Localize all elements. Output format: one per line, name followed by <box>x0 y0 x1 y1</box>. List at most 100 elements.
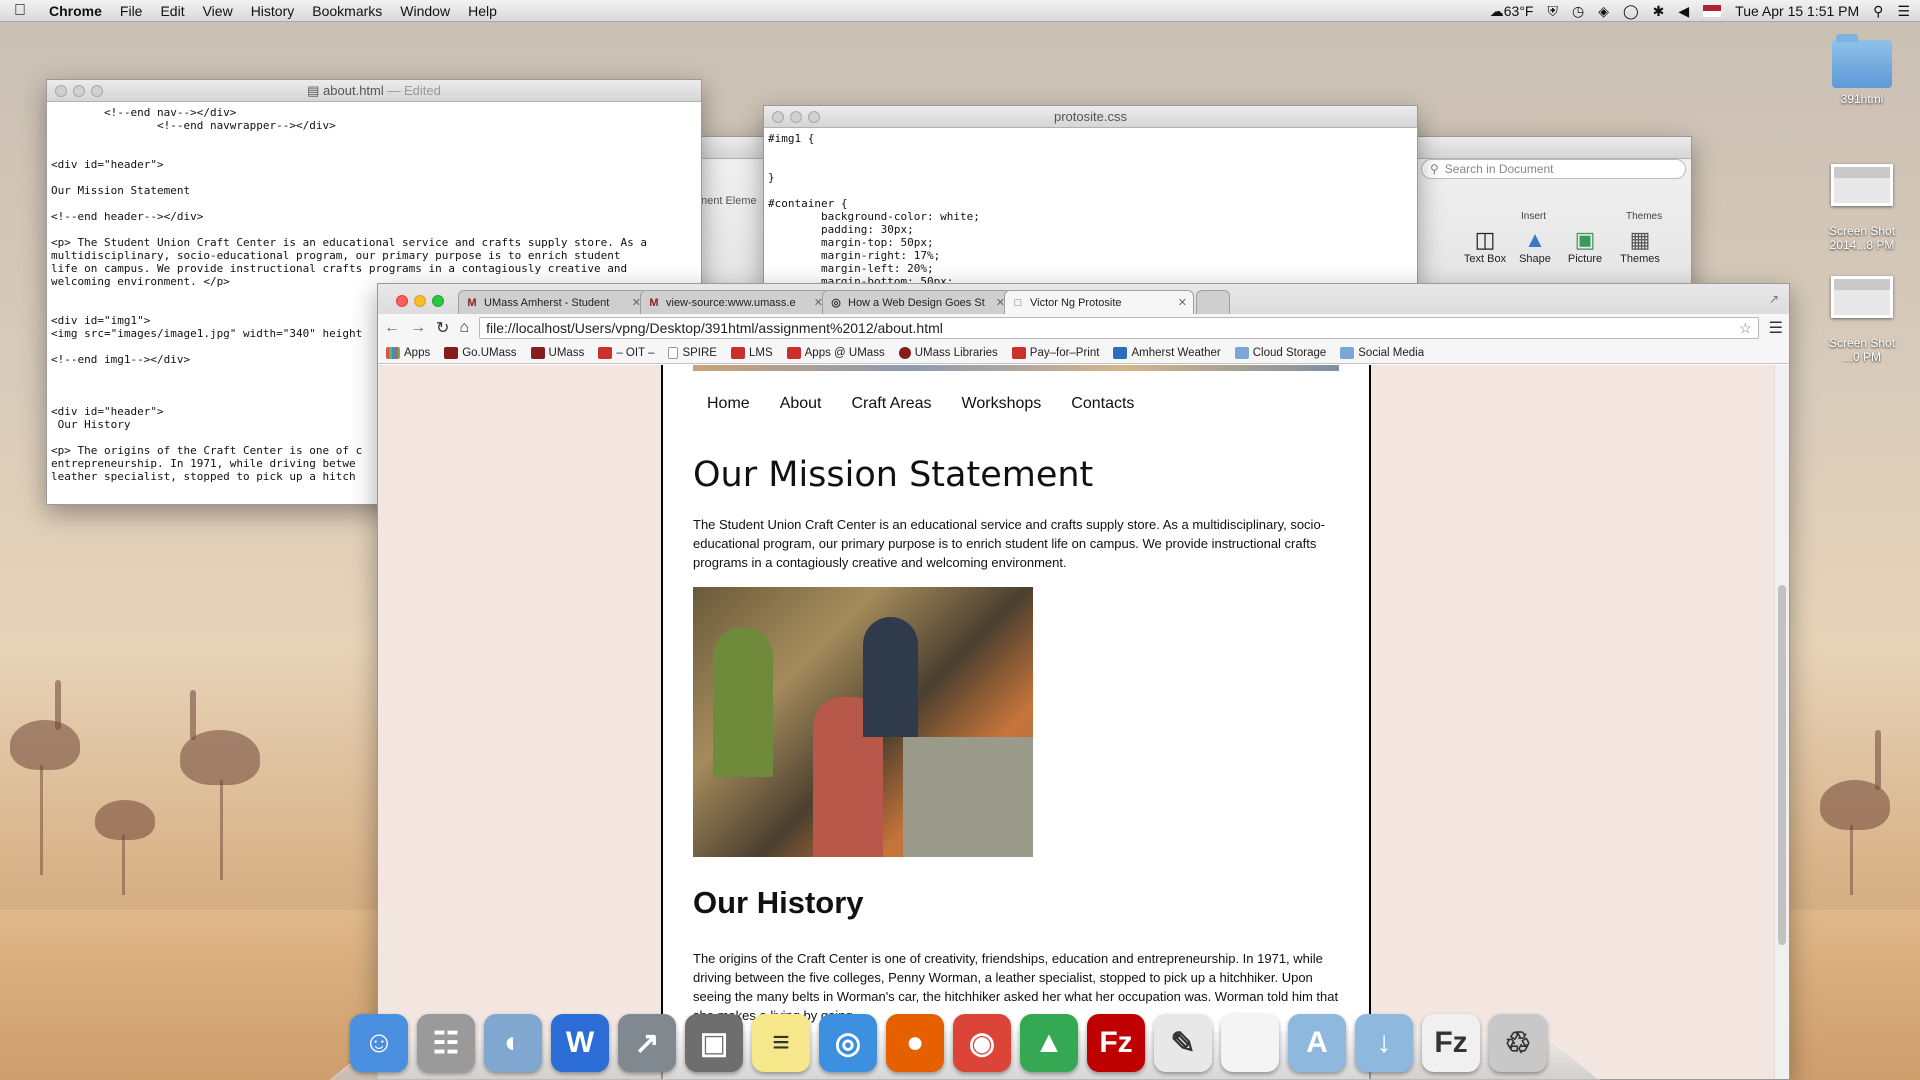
spotlight-icon[interactable]: ⚲ <box>1873 3 1883 20</box>
menu-window[interactable]: Window <box>391 3 459 19</box>
preview-icon[interactable]: ◐ <box>484 1014 542 1072</box>
nav-workshops[interactable]: Workshops <box>962 395 1042 413</box>
home-icon[interactable]: ⌂ <box>459 319 469 337</box>
page-scrollbar[interactable] <box>1774 365 1789 1079</box>
notification-center-icon[interactable]: ☰ <box>1897 3 1910 20</box>
new-tab-button[interactable] <box>1196 290 1230 314</box>
time-machine-icon[interactable]: ◷ <box>1572 3 1584 20</box>
window-controls <box>47 84 103 97</box>
system-icon[interactable]: ▣ <box>685 1014 743 1072</box>
minimize-button[interactable] <box>73 84 85 97</box>
reload-icon[interactable]: ↻ <box>436 318 449 338</box>
bookmark-pay-for-print[interactable]: Pay–for–Print <box>1011 346 1099 359</box>
fullscreen-icon[interactable]: ↗ <box>1769 292 1779 306</box>
bookmark-apps[interactable]: Apps <box>386 346 430 359</box>
themes-button[interactable]: ▦ Themes <box>1616 227 1664 265</box>
menu-bookmarks[interactable]: Bookmarks <box>303 3 391 19</box>
firefox-icon[interactable]: ● <box>886 1014 944 1072</box>
downloads-folder-icon[interactable]: ↓ <box>1355 1014 1413 1072</box>
bookmark-folder-cloud-storage[interactable]: Cloud Storage <box>1234 346 1326 359</box>
shape-label: Shape <box>1519 253 1551 265</box>
word-icon[interactable]: W <box>551 1014 609 1072</box>
bookmark-folder-social-media[interactable]: Social Media <box>1340 346 1424 359</box>
safari-icon[interactable]: ◎ <box>819 1014 877 1072</box>
html-editor-titlebar[interactable]: ▤ about.html — Edited <box>47 80 701 102</box>
minimize-button[interactable] <box>790 110 802 123</box>
filezilla-icon[interactable]: Fz <box>1087 1014 1145 1072</box>
shape-button[interactable]: ▲ Shape <box>1511 227 1559 265</box>
wifi-icon[interactable]: ◈ <box>1598 3 1609 20</box>
chrome-window: M UMass Amherst - Student ✕ M view-sourc… <box>377 283 1790 1080</box>
desktop-icon-label: Screen Shot 2014...8 PM <box>1828 224 1896 252</box>
flag-icon[interactable] <box>1703 5 1722 17</box>
bookmark-umass-libraries[interactable]: UMass Libraries <box>898 346 998 359</box>
picture-button[interactable]: ▣ Picture <box>1561 227 1609 265</box>
nav-craft-areas[interactable]: Craft Areas <box>852 395 932 413</box>
text-box-button[interactable]: ◫ Text Box <box>1461 227 1509 265</box>
finder-icon[interactable]: ☺ <box>350 1014 408 1072</box>
bookmark-star-icon[interactable]: ☆ <box>1739 320 1752 337</box>
nav-home[interactable]: Home <box>707 395 750 413</box>
filezilla-doc-icon[interactable]: Fz <box>1422 1014 1480 1072</box>
bookmark-lms[interactable]: LMS <box>730 346 773 359</box>
clock[interactable]: Tue Apr 15 1:51 PM <box>1735 3 1859 19</box>
close-button[interactable] <box>55 84 67 97</box>
menu-app-name[interactable]: Chrome <box>40 3 111 19</box>
flamingo-neck <box>55 680 61 730</box>
stickies-icon[interactable]: ≡ <box>752 1014 810 1072</box>
tab-close-icon[interactable]: ✕ <box>1178 296 1187 309</box>
menu-history[interactable]: History <box>242 3 304 19</box>
page-viewport[interactable]: Home About Craft Areas Workshops Contact… <box>378 365 1789 1079</box>
desktop-screenshot-2[interactable]: Screen Shot ...0 PM <box>1812 262 1912 378</box>
trash-icon[interactable]: ♲ <box>1489 1014 1547 1072</box>
bookmark-label: Apps @ UMass <box>804 346 885 359</box>
menu-help[interactable]: Help <box>459 3 506 19</box>
close-button[interactable] <box>396 295 408 307</box>
menu-file[interactable]: File <box>111 3 152 19</box>
tab-view-source[interactable]: M view-source:www.umass.e ✕ <box>640 290 830 314</box>
calculator-icon[interactable]: ☷ <box>417 1014 475 1072</box>
zoom-button[interactable] <box>91 84 103 97</box>
bookmark-amherst-weather[interactable]: Amherst Weather <box>1113 346 1221 359</box>
tab-web-design[interactable]: ◎ How a Web Design Goes St ✕ <box>822 290 1012 314</box>
nav-about[interactable]: About <box>780 395 822 413</box>
applications-folder-icon[interactable]: A <box>1288 1014 1346 1072</box>
chrome-icon[interactable]: ◉ <box>953 1014 1011 1072</box>
bookmark-oit[interactable]: – OIT – <box>598 346 654 359</box>
umass-logo-icon <box>444 346 459 359</box>
accessibility-icon[interactable]: ◯ <box>1623 3 1639 20</box>
menu-edit[interactable]: Edit <box>151 3 193 19</box>
bluetooth-icon[interactable]: ✱ <box>1653 3 1665 20</box>
bookmark-umass[interactable]: UMass <box>530 346 584 359</box>
bookmark-go-umass[interactable]: Go.UMass <box>444 346 517 359</box>
launchpad-icon[interactable]: ↗ <box>618 1014 676 1072</box>
close-button[interactable] <box>772 110 784 123</box>
tab-umass-amherst[interactable]: M UMass Amherst - Student ✕ <box>458 290 648 314</box>
scrollbar-thumb[interactable] <box>1778 585 1786 945</box>
document-icon[interactable] <box>1221 1014 1279 1072</box>
zoom-button[interactable] <box>432 295 444 307</box>
minimize-button[interactable] <box>414 295 426 307</box>
shield-icon[interactable]: ⛨ <box>1547 3 1558 20</box>
weather-icon[interactable]: ☁63°F <box>1490 3 1534 20</box>
zoom-button[interactable] <box>808 110 820 123</box>
drive-icon[interactable]: ▲ <box>1020 1014 1078 1072</box>
textedit-icon[interactable]: ✎ <box>1154 1014 1212 1072</box>
volume-icon[interactable]: ◀ <box>1678 3 1689 20</box>
bookmark-apps-umass[interactable]: Apps @ UMass <box>786 346 885 359</box>
apple-menu-icon[interactable]:  <box>0 2 40 20</box>
window-title: ▤ about.html — Edited <box>47 83 701 99</box>
menu-view[interactable]: View <box>194 3 242 19</box>
desktop-screenshot-1[interactable]: Screen Shot 2014...8 PM <box>1812 150 1912 266</box>
back-icon[interactable]: ← <box>384 319 400 337</box>
nav-contacts[interactable]: Contacts <box>1071 395 1134 413</box>
css-code-area[interactable]: #img1 { } #container { background-color:… <box>764 128 1417 292</box>
menu-icon[interactable]: ☰ <box>1769 318 1783 338</box>
search-in-document[interactable]: ⚲ Search in Document <box>1421 159 1686 179</box>
tab-protosite[interactable]: □ Victor Ng Protosite ✕ <box>1004 290 1194 314</box>
css-editor-titlebar[interactable]: protosite.css <box>764 106 1417 128</box>
desktop-folder-391html[interactable]: 391html <box>1812 34 1912 106</box>
forward-icon[interactable]: → <box>410 319 426 337</box>
bookmark-spire[interactable]: SPIRE <box>668 346 717 359</box>
address-bar[interactable]: file://localhost/Users/vpng/Desktop/391h… <box>479 317 1759 339</box>
